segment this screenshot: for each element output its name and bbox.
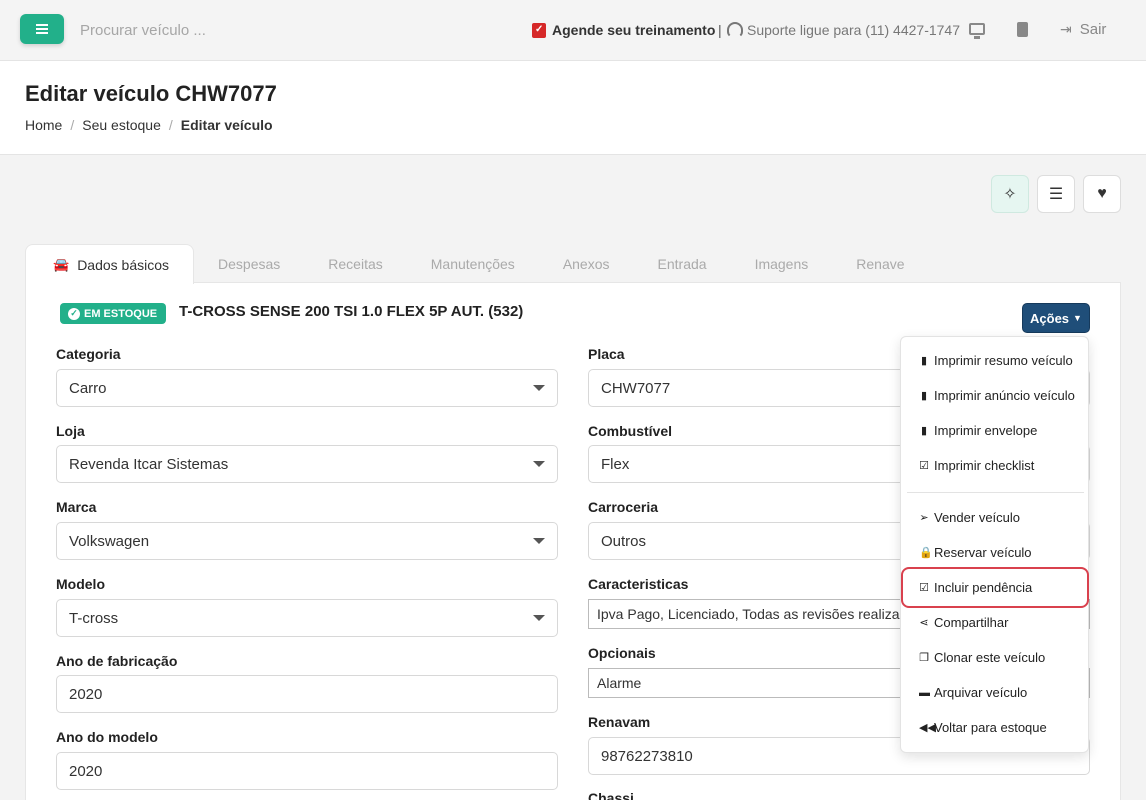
manufacture-year-input[interactable]: 2020: [56, 675, 558, 713]
caret-down-icon: [533, 461, 545, 467]
caret-down-icon: [533, 615, 545, 621]
heart-icon: ♥: [1097, 185, 1107, 202]
backward-icon: ◀◀: [919, 722, 936, 734]
brand-label: Marca: [56, 499, 97, 515]
store-select[interactable]: Revenda Itcar Sistemas: [56, 445, 558, 483]
menu-item-sell-vehicle[interactable]: ➢ Vender veículo: [919, 510, 1020, 525]
list-button[interactable]: ☰: [1037, 175, 1075, 213]
caret-down-icon: [533, 538, 545, 544]
copy-icon: ❐: [919, 652, 929, 664]
menu-item-share[interactable]: ⋖ Compartilhar: [919, 615, 1008, 630]
tab-basic-data[interactable]: 🚘 Dados básicos: [25, 244, 195, 284]
chassis-label: Chassi: [588, 790, 634, 800]
menu-divider: [907, 492, 1084, 493]
logout-icon: ⇥: [1060, 21, 1072, 37]
breadcrumb-separator: /: [168, 117, 173, 133]
lock-icon: 🔒: [919, 547, 933, 559]
archive-icon: ▬: [919, 686, 930, 699]
actions-dropdown-button[interactable]: Ações ▼: [1022, 303, 1090, 333]
file-icon: ▮: [920, 355, 928, 367]
favorite-button[interactable]: ♥: [1083, 175, 1121, 213]
breadcrumb-home[interactable]: Home: [25, 117, 62, 133]
manufacture-year-label: Ano de fabricação: [56, 653, 178, 669]
breadcrumb-current: Editar veículo: [180, 117, 273, 133]
support-label: Suporte ligue para (11) 4427-1747: [747, 22, 961, 38]
features-label: Caracteristicas: [588, 576, 689, 592]
menu-item-print-summary[interactable]: ▮ Imprimir resumo veículo: [919, 353, 1073, 368]
menu-item-print-ad[interactable]: ▮ Imprimir anúncio veículo: [919, 388, 1075, 403]
plate-label: Placa: [588, 346, 625, 362]
share-icon: ⋖: [919, 617, 929, 629]
paper-plane-icon: ➢: [919, 512, 929, 524]
model-select[interactable]: T-cross: [56, 599, 558, 637]
document-icon[interactable]: [1017, 22, 1028, 37]
list-icon: ☰: [1048, 186, 1064, 203]
file-icon: ▮: [920, 425, 928, 437]
body-type-label: Carroceria: [588, 499, 659, 515]
menu-item-reserve-vehicle[interactable]: 🔒 Reservar veículo: [919, 545, 1032, 560]
sparkle-icon: ✧: [1003, 186, 1017, 203]
check-circle-icon: ✓: [68, 307, 80, 320]
support-info: Suporte ligue para (11) 4427-1747: [727, 22, 960, 38]
category-label: Categoria: [56, 346, 121, 362]
brand-select[interactable]: Volkswagen: [56, 522, 558, 560]
tab-entry[interactable]: Entrada: [634, 244, 731, 283]
breadcrumb-stock[interactable]: Seu estoque: [82, 117, 161, 133]
ai-sparkle-button[interactable]: ✧: [991, 175, 1029, 213]
file-icon: ▮: [920, 390, 928, 402]
monitor-icon[interactable]: [969, 23, 985, 39]
page-header: Editar veículo CHW7077 Home / Seu estoqu…: [0, 61, 1146, 155]
status-badge: ✓ EM ESTOQUE: [60, 303, 167, 324]
caret-down-icon: ▼: [1073, 313, 1082, 323]
calendar-check-icon: [532, 22, 546, 38]
menu-toggle-button[interactable]: [20, 14, 64, 44]
renavam-label: Renavam: [588, 714, 651, 730]
store-label: Loja: [56, 423, 85, 439]
tab-attachments[interactable]: Anexos: [539, 244, 634, 283]
menu-item-print-checklist[interactable]: ☑ Imprimir checklist: [919, 458, 1034, 473]
separator: |: [718, 22, 722, 38]
logout-button[interactable]: ⇥ Sair: [1060, 21, 1106, 38]
hamburger-icon: [36, 24, 48, 34]
tab-expenses[interactable]: Despesas: [194, 244, 304, 283]
logout-label: Sair: [1079, 21, 1107, 38]
vehicle-search-input[interactable]: [80, 18, 400, 42]
breadcrumb: Home / Seu estoque / Editar veículo: [25, 117, 273, 133]
model-year-input[interactable]: 2020: [56, 752, 558, 790]
schedule-training-link[interactable]: Agende seu treinamento: [532, 22, 715, 38]
model-year-label: Ano do modelo: [56, 729, 158, 745]
tab-maintenance[interactable]: Manutenções: [407, 244, 539, 283]
menu-item-clone-vehicle[interactable]: ❐ Clonar este veículo: [919, 650, 1045, 665]
tab-bar: 🚘 Dados básicos Despesas Receitas Manute…: [25, 244, 929, 284]
caret-down-icon: [533, 385, 545, 391]
menu-item-back-to-stock[interactable]: ◀◀ Voltar para estoque: [919, 720, 1047, 735]
headset-icon: [727, 22, 743, 38]
car-icon: 🚘: [53, 256, 70, 272]
checkbox-icon: ☑: [919, 460, 929, 472]
training-label: Agende seu treinamento: [552, 22, 716, 38]
tab-images[interactable]: Imagens: [731, 244, 833, 283]
actions-menu: ▮ Imprimir resumo veículo ▮ Imprimir anú…: [900, 336, 1089, 753]
category-select[interactable]: Carro: [56, 369, 558, 407]
vehicle-title: T-CROSS SENSE 200 TSI 1.0 FLEX 5P AUT. (…: [179, 303, 524, 320]
clipboard-check-icon: ☑: [919, 582, 929, 594]
menu-item-print-envelope[interactable]: ▮ Imprimir envelope: [919, 423, 1037, 438]
tab-revenues[interactable]: Receitas: [304, 244, 406, 283]
options-label: Opcionais: [588, 645, 656, 661]
menu-item-archive-vehicle[interactable]: ▬ Arquivar veículo: [919, 685, 1027, 700]
top-bar: Agende seu treinamento | Suporte ligue p…: [0, 0, 1146, 61]
tab-renave[interactable]: Renave: [832, 244, 928, 283]
page-title: Editar veículo CHW7077: [25, 81, 277, 106]
breadcrumb-separator: /: [70, 117, 75, 133]
tab-label: Dados básicos: [77, 256, 170, 273]
model-label: Modelo: [56, 576, 105, 592]
fuel-label: Combustível: [588, 423, 673, 439]
menu-item-add-pending[interactable]: ☑ Incluir pendência: [919, 580, 1032, 595]
